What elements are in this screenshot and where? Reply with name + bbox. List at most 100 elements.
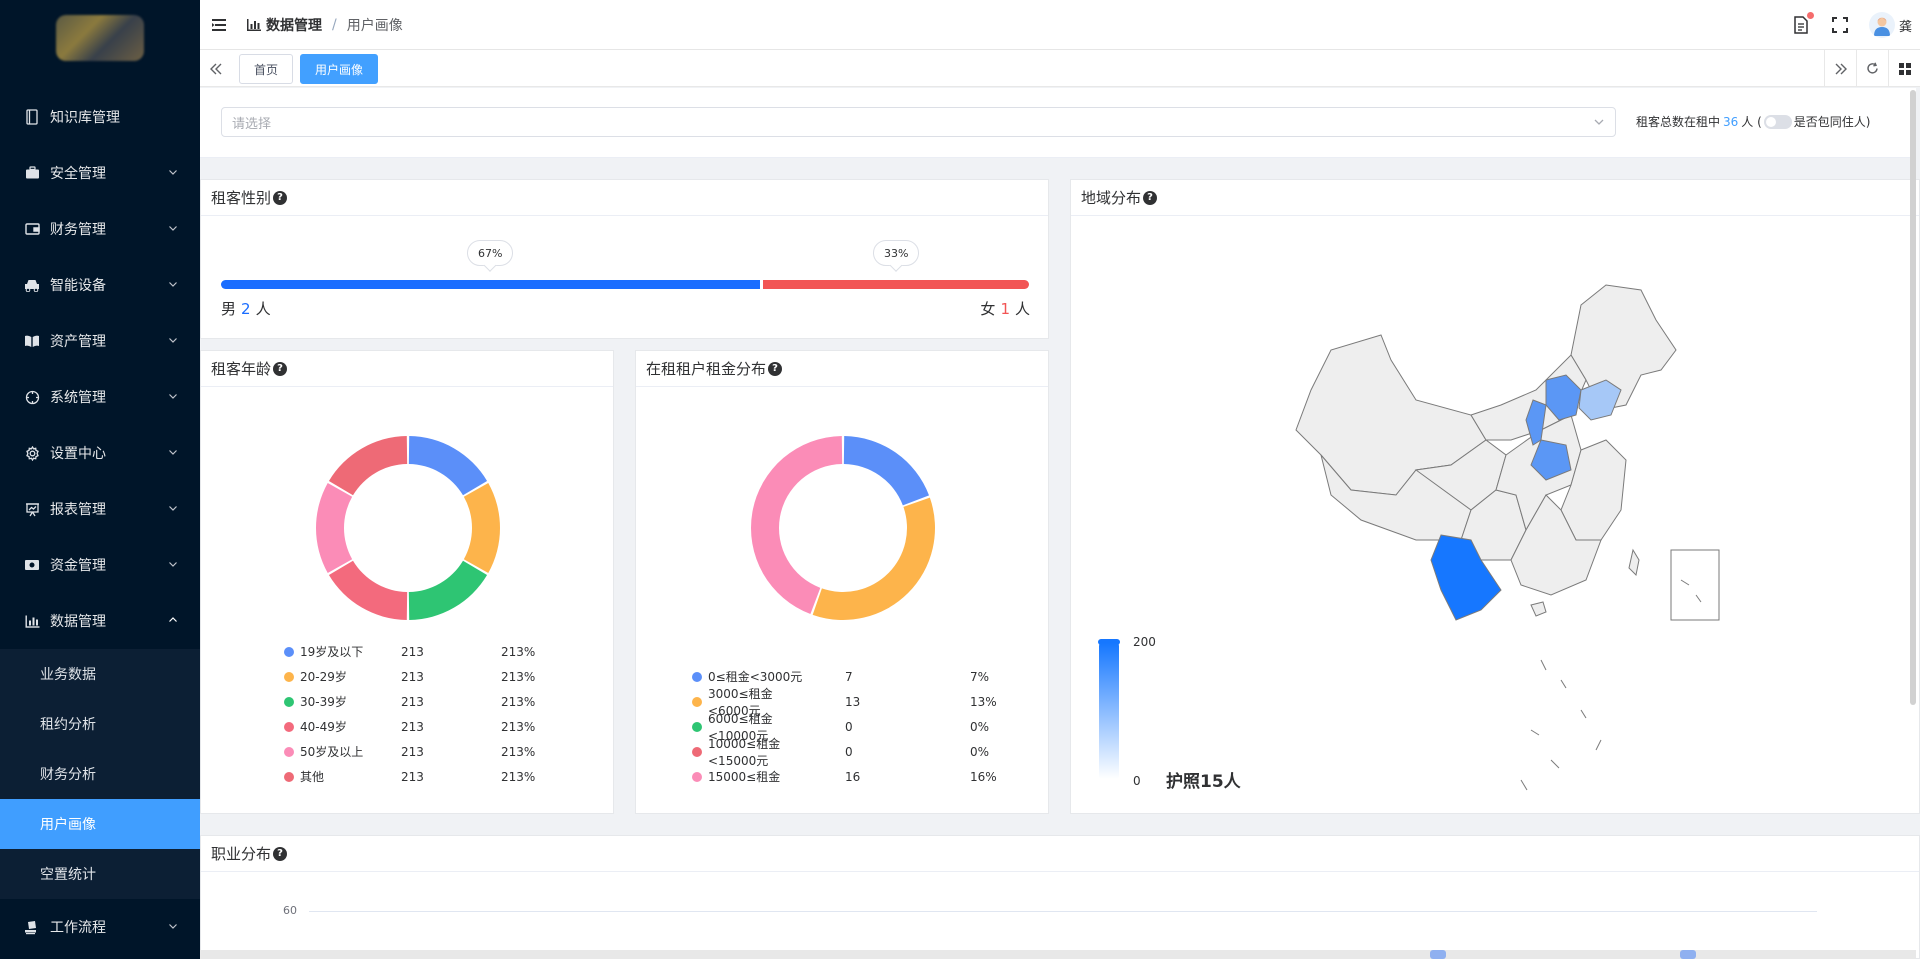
horizontal-scrollbar[interactable] bbox=[200, 950, 1916, 959]
y-tick-label: 60 bbox=[283, 904, 297, 917]
sidebar-item-4[interactable]: 资产管理 bbox=[0, 313, 200, 369]
logo[interactable] bbox=[0, 0, 200, 75]
legend-dot bbox=[284, 746, 294, 757]
submenu-item-4[interactable]: 空置统计 bbox=[0, 849, 200, 899]
sidebar-item-7[interactable]: 报表管理 bbox=[0, 481, 200, 537]
legend-item[interactable]: 15000≤租金 16 16% bbox=[692, 764, 1022, 789]
scrollbar-handle[interactable] bbox=[1430, 950, 1446, 959]
submenu-item-2[interactable]: 财务分析 bbox=[0, 749, 200, 799]
donut-slice-5[interactable] bbox=[328, 436, 408, 496]
submenu-item-0[interactable]: 业务数据 bbox=[0, 649, 200, 699]
map-region-liaoning bbox=[1578, 379, 1622, 421]
legend-item[interactable]: 50岁及以上 213 213% bbox=[284, 739, 584, 764]
legend-value: 213 bbox=[401, 694, 424, 709]
help-icon[interactable]: ? bbox=[1143, 190, 1158, 205]
legend-percent: 213% bbox=[501, 744, 536, 759]
sidebar: 知识库管理安全管理财务管理智能设备资产管理 系统管理设置中心报表管理资金管理数据管… bbox=[0, 0, 200, 959]
tag-user-portrait[interactable]: 用户画像 bbox=[300, 54, 379, 84]
visual-map-min: 0 bbox=[1133, 774, 1141, 788]
submenu-item-3[interactable]: 用户画像 bbox=[0, 799, 200, 849]
chevron-down-icon bbox=[169, 394, 177, 399]
sidebar-item-label: 设置中心 bbox=[50, 446, 106, 462]
summary-unit: 人 ( bbox=[1741, 115, 1762, 129]
scroll-right-icon[interactable] bbox=[1824, 50, 1856, 87]
sidebar-item-6[interactable]: 设置中心 bbox=[0, 425, 200, 481]
donut-slice-0[interactable] bbox=[408, 436, 488, 496]
legend-item[interactable]: 40-49岁 213 213% bbox=[284, 714, 584, 739]
legend-item[interactable]: 20-29岁 213 213% bbox=[284, 664, 584, 689]
grid-menu-icon[interactable] bbox=[1888, 50, 1920, 87]
sidebar-item-1[interactable]: 安全管理 bbox=[0, 145, 200, 201]
fullscreen-icon[interactable] bbox=[1830, 15, 1850, 35]
donut-slice-1[interactable] bbox=[463, 483, 500, 573]
tag-home[interactable]: 首页 bbox=[239, 54, 294, 84]
sidebar-item-9[interactable]: 数据管理 bbox=[0, 593, 200, 649]
refresh-icon[interactable] bbox=[1856, 50, 1888, 87]
male-label: 男 bbox=[221, 300, 237, 318]
sidebar-item-2[interactable]: 财务管理 bbox=[0, 201, 200, 257]
sidebar-item-8[interactable]: 资金管理 bbox=[0, 537, 200, 593]
hamburger-icon[interactable] bbox=[212, 18, 228, 32]
occupation-card: 职业分布? 60 50 bbox=[200, 835, 1920, 959]
rent-card-title: 在租租户租金分布? bbox=[636, 351, 1048, 387]
breadcrumb-parent[interactable]: 数据管理 bbox=[266, 15, 322, 35]
sidebar-item-label: 智能设备 bbox=[50, 278, 106, 294]
gender-title: 租客性别 bbox=[211, 189, 272, 207]
submenu-item-1[interactable]: 租约分析 bbox=[0, 699, 200, 749]
age-card: 租客年龄? 19岁及以下 213 213% 20-29岁 213 213% 30-39岁 21… bbox=[200, 350, 614, 814]
sidebar-item-label: 资金管理 bbox=[50, 558, 106, 574]
legend-value: 213 bbox=[401, 769, 424, 784]
summary-count: 36 bbox=[1723, 114, 1739, 129]
donut-slice-2[interactable] bbox=[408, 560, 488, 620]
legend-percent: 213% bbox=[501, 669, 536, 684]
sidebar-item-3[interactable]: 智能设备 bbox=[0, 257, 200, 313]
male-percent-bubble: 67% bbox=[467, 240, 514, 266]
chevron-down-icon bbox=[1594, 119, 1604, 125]
help-icon[interactable]: ? bbox=[273, 190, 288, 205]
help-icon[interactable]: ? bbox=[273, 846, 288, 861]
legend-item[interactable]: 10000≤租金<15000元 0 0% bbox=[692, 737, 1022, 768]
rent-title: 在租租户租金分布 bbox=[646, 360, 767, 378]
user-name[interactable]: 龚 bbox=[1899, 16, 1912, 35]
legend-percent: 213% bbox=[501, 694, 536, 709]
legend-dot bbox=[284, 646, 294, 657]
donut-slice-0[interactable] bbox=[843, 436, 930, 506]
male-ratio-bar bbox=[221, 280, 761, 289]
scroll-left-icon[interactable] bbox=[200, 50, 232, 87]
document-icon[interactable] bbox=[1791, 12, 1814, 35]
vertical-scrollbar[interactable] bbox=[1910, 90, 1916, 705]
presentation-icon bbox=[24, 501, 40, 517]
sidebar-item-0[interactable]: 知识库管理 bbox=[0, 89, 200, 145]
money-icon bbox=[24, 557, 40, 573]
donut-slice-4[interactable] bbox=[316, 483, 353, 573]
female-unit: 人 bbox=[1014, 300, 1030, 318]
legend-percent: 0% bbox=[970, 719, 990, 734]
help-icon[interactable]: ? bbox=[768, 361, 783, 376]
passport-count: 护照15人 bbox=[1166, 772, 1241, 792]
legend-item[interactable]: 30-39岁 213 213% bbox=[284, 689, 584, 714]
help-icon[interactable]: ? bbox=[273, 361, 288, 376]
sidebar-item-label: 工作流程 bbox=[50, 920, 106, 936]
sidebar-item-5[interactable]: 系统管理 bbox=[0, 369, 200, 425]
legend-value: 213 bbox=[401, 644, 424, 659]
donut-slice-1[interactable] bbox=[812, 497, 935, 620]
include-cohabitants-switch[interactable] bbox=[1763, 114, 1792, 129]
legend-item[interactable]: 19岁及以下 213 213% bbox=[284, 639, 584, 664]
legend-percent: 0% bbox=[970, 744, 990, 759]
project-select[interactable]: 请选择 bbox=[221, 107, 1616, 137]
donut-slice-4[interactable] bbox=[751, 436, 843, 615]
sidebar-item-label: 安全管理 bbox=[50, 166, 106, 182]
legend-item[interactable]: 其他 213 213% bbox=[284, 764, 584, 789]
legend-label: 19岁及以下 bbox=[300, 645, 364, 659]
legend-dot bbox=[284, 671, 294, 682]
legend-dot bbox=[692, 671, 702, 682]
legend-value: 0 bbox=[845, 719, 853, 734]
bar-chart-icon bbox=[24, 613, 40, 629]
donut-slice-3[interactable] bbox=[328, 560, 408, 620]
switch-label: 是否包同住人) bbox=[1793, 115, 1871, 129]
female-percent: 33% bbox=[884, 246, 909, 260]
avatar[interactable] bbox=[1868, 12, 1895, 38]
sidebar-item-10[interactable]: 工作流程 bbox=[0, 899, 200, 955]
legend-dot bbox=[284, 721, 294, 732]
scrollbar-handle[interactable] bbox=[1680, 950, 1696, 959]
